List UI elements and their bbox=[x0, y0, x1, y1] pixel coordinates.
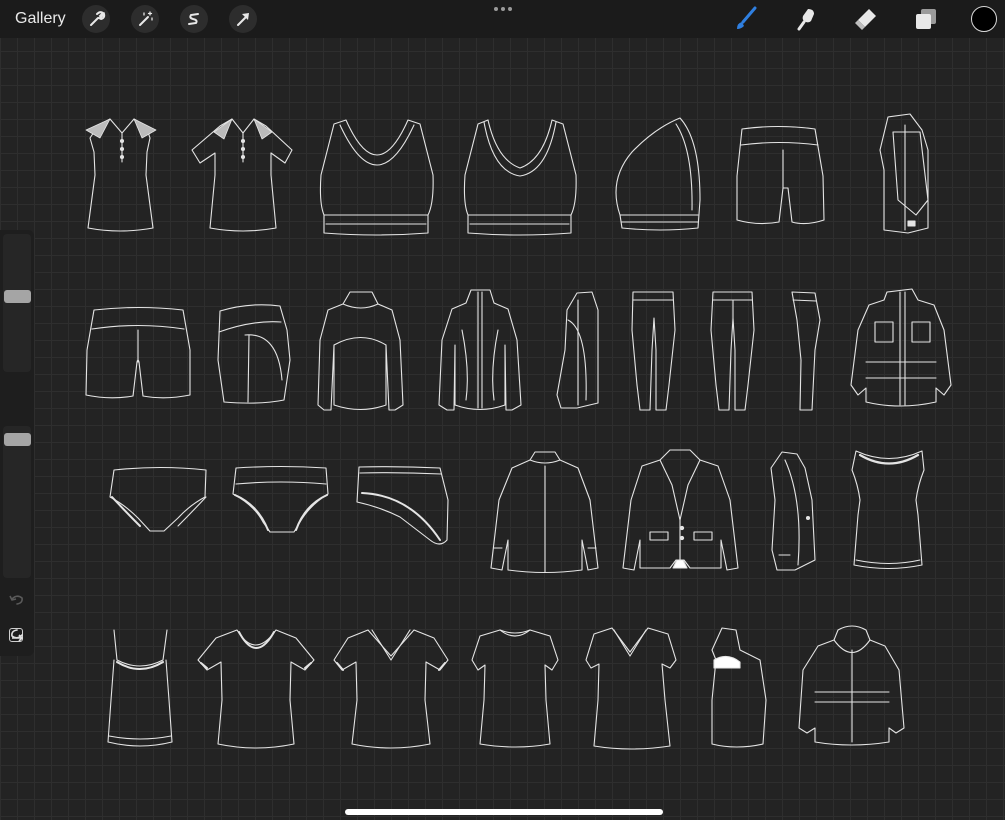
redo-icon[interactable] bbox=[9, 627, 25, 641]
opacity-slider[interactable] bbox=[3, 426, 31, 578]
left-sidebar bbox=[0, 230, 34, 656]
zip-jacket-front bbox=[438, 289, 522, 411]
jacket-side bbox=[556, 291, 599, 409]
top-toolbar: Gallery bbox=[0, 0, 1005, 38]
camisole-front bbox=[107, 629, 173, 747]
tee-back bbox=[471, 629, 559, 748]
brief-side bbox=[356, 466, 449, 545]
hooded-jacket-back bbox=[798, 625, 905, 746]
tee-side bbox=[711, 627, 767, 748]
transform-arrow-icon[interactable] bbox=[229, 5, 257, 33]
utility-jacket-front bbox=[850, 288, 952, 407]
wrench-icon[interactable] bbox=[82, 5, 110, 33]
blazer-front bbox=[622, 449, 739, 571]
short-shorts-front bbox=[85, 306, 191, 399]
v-neck-tee-plain bbox=[585, 627, 677, 750]
leggings-side bbox=[791, 291, 821, 411]
scoop-neck-tee-front bbox=[197, 629, 315, 749]
garment-sketches bbox=[85, 113, 952, 750]
jacket-back bbox=[317, 291, 404, 411]
eraser-icon[interactable] bbox=[851, 4, 881, 34]
brush-icon[interactable] bbox=[731, 4, 761, 34]
smudge-icon[interactable] bbox=[791, 4, 821, 34]
racerback-sports-bra-back bbox=[319, 119, 434, 236]
gallery-button[interactable]: Gallery bbox=[15, 10, 66, 28]
undo-icon[interactable] bbox=[9, 593, 25, 607]
shorts-side bbox=[217, 304, 291, 404]
racerback-sports-bra-front bbox=[463, 119, 577, 236]
magic-wand-icon[interactable] bbox=[131, 5, 159, 33]
v-neck-tee-front bbox=[333, 629, 449, 749]
tank-top-front bbox=[851, 450, 925, 570]
layers-icon[interactable] bbox=[911, 4, 941, 34]
selection-s-icon[interactable] bbox=[180, 5, 208, 33]
opacity-knob[interactable] bbox=[4, 433, 31, 446]
brush-size-knob[interactable] bbox=[4, 290, 31, 303]
leggings-front bbox=[631, 291, 676, 411]
sleeveless-polo bbox=[85, 118, 157, 232]
hooded-jacket-side bbox=[879, 113, 929, 234]
blazer-side bbox=[770, 451, 816, 571]
brief-front bbox=[232, 465, 329, 533]
home-indicator bbox=[345, 809, 663, 815]
short-sleeve-polo bbox=[191, 118, 293, 232]
leggings-back bbox=[710, 291, 755, 411]
brush-size-slider[interactable] bbox=[3, 234, 31, 372]
shorts-back bbox=[736, 125, 825, 225]
more-options-icon[interactable] bbox=[492, 5, 514, 13]
brief-back bbox=[109, 466, 207, 532]
color-picker-swatch[interactable] bbox=[971, 6, 997, 32]
blazer-back bbox=[490, 451, 599, 574]
sports-bra-side bbox=[615, 117, 701, 231]
